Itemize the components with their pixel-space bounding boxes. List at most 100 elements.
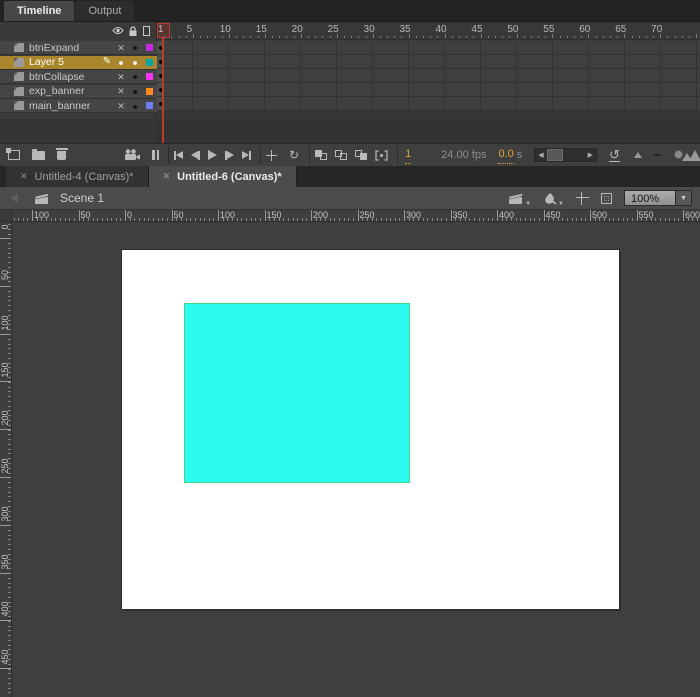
playhead-line[interactable] xyxy=(162,38,164,143)
layer-visibility-toggle[interactable]: ✕ xyxy=(114,99,128,113)
layer-visibility-toggle[interactable]: ✕ xyxy=(114,70,128,84)
layer-row[interactable]: btnExpand ✕ xyxy=(0,41,157,55)
ruler-tick xyxy=(55,218,57,221)
layer-visibility-toggle[interactable]: ✕ xyxy=(114,41,128,55)
visibility-icon[interactable] xyxy=(112,26,124,35)
layer-name[interactable]: Layer 5 xyxy=(29,56,100,68)
layer-frames-row[interactable] xyxy=(157,83,700,97)
edit-multiple-frames-button[interactable] xyxy=(355,146,368,164)
ruler-major-tick xyxy=(543,210,545,221)
layer-name[interactable]: btnCollapse xyxy=(29,71,100,83)
layer-outline-color-swatch[interactable] xyxy=(146,44,153,51)
layer-row[interactable]: exp_banner ✕ xyxy=(0,84,157,99)
delete-layer-button[interactable] xyxy=(55,146,68,164)
ruler-tick xyxy=(283,218,285,221)
lock-icon[interactable] xyxy=(128,26,138,37)
frame-rate-field[interactable]: 24.00 fps xyxy=(441,146,486,164)
stage-zoom-value[interactable]: 100% xyxy=(624,190,676,206)
edit-scene-button[interactable]: ▼ xyxy=(508,189,531,207)
scroll-right-icon[interactable]: ▶ xyxy=(585,151,596,159)
layer-lock-toggle[interactable] xyxy=(128,41,142,55)
layer-frames-row[interactable] xyxy=(157,69,700,83)
back-arrow-icon[interactable] xyxy=(10,193,18,203)
timeline-zoom-slider[interactable] xyxy=(653,149,683,161)
layer-name[interactable]: main_banner xyxy=(29,100,100,112)
onion-skin-outlines-button[interactable] xyxy=(335,146,348,164)
scrollbar-thumb[interactable] xyxy=(546,149,563,161)
doc-tab-untitled-4[interactable]: ✕ Untitled-4 (Canvas)* xyxy=(6,166,149,187)
edit-symbols-button[interactable]: ▼ xyxy=(543,189,564,207)
layer-lock-toggle[interactable] xyxy=(128,84,142,98)
stage-zoom-control[interactable]: 100% ▼ xyxy=(624,190,692,206)
modify-markers-button[interactable] xyxy=(375,146,388,164)
layer-outline-color-swatch[interactable] xyxy=(146,102,153,110)
center-frame-button[interactable] xyxy=(266,146,277,164)
elapsed-time-field[interactable]: 0.0 xyxy=(498,146,514,164)
taller-frames-button[interactable] xyxy=(682,146,700,164)
ruler-tick xyxy=(157,218,159,221)
frame-view-scrollbar[interactable]: ◀ ▶ xyxy=(534,148,598,162)
loop-button[interactable]: ↻ xyxy=(289,146,299,164)
scroll-left-icon[interactable]: ◀ xyxy=(535,151,546,159)
ruler-label: 50 xyxy=(0,269,10,280)
step-back-button[interactable] xyxy=(191,146,200,164)
playhead-marker[interactable] xyxy=(157,23,170,38)
layer-row[interactable]: btnCollapse ✕ xyxy=(0,70,157,85)
show-layer-depth-button[interactable] xyxy=(152,146,159,164)
clip-content-button[interactable] xyxy=(601,189,612,207)
ruler-tick xyxy=(380,218,382,221)
frames-grid[interactable] xyxy=(157,41,700,111)
layer-visibility-toggle[interactable] xyxy=(114,55,128,69)
ruler-tick xyxy=(243,36,245,38)
tab-output[interactable]: Output xyxy=(75,1,135,21)
layer-name[interactable]: btnExpand xyxy=(29,42,100,54)
layer-lock-toggle[interactable] xyxy=(128,55,142,69)
layer-outline-color-swatch[interactable] xyxy=(146,73,153,81)
step-forward-button[interactable] xyxy=(225,146,234,164)
layer-frames-row[interactable] xyxy=(157,97,700,111)
ruler-tick xyxy=(8,247,11,249)
ruler-tick xyxy=(627,218,629,221)
layer-row[interactable]: Layer 5 ✎ xyxy=(0,55,157,70)
go-to-first-frame-button[interactable] xyxy=(174,146,183,164)
scene-name-label[interactable]: Scene 1 xyxy=(60,191,104,205)
ruler-tick xyxy=(8,682,11,684)
doc-tab-untitled-6[interactable]: ✕ Untitled-6 (Canvas)* xyxy=(148,166,297,187)
stage[interactable] xyxy=(121,249,620,610)
ruler-tick xyxy=(194,218,196,221)
ruler-tick xyxy=(473,218,475,221)
shorter-frames-button[interactable] xyxy=(633,146,642,164)
center-stage-button[interactable] xyxy=(576,189,589,207)
layer-lock-toggle[interactable] xyxy=(128,70,142,84)
onion-skin-button[interactable] xyxy=(315,146,328,164)
layer-name[interactable]: exp_banner xyxy=(29,85,100,97)
cyan-rectangle-shape[interactable] xyxy=(184,303,410,483)
add-camera-button[interactable] xyxy=(124,146,141,164)
ruler-tick xyxy=(566,218,568,221)
current-frame-field[interactable]: 1 xyxy=(405,146,412,164)
layer-outline-color-swatch[interactable] xyxy=(146,87,153,95)
ruler-major-tick xyxy=(636,210,638,221)
tab-timeline[interactable]: Timeline xyxy=(4,1,75,21)
new-folder-button[interactable] xyxy=(32,146,45,164)
outline-color-icon[interactable] xyxy=(143,26,150,36)
layer-row[interactable]: main_banner ✕ xyxy=(0,99,157,114)
frame-ruler[interactable]: 1 5 10 15 20 25 30 35 40 45 50 55 60 65 70 xyxy=(157,24,700,40)
layer-frames-row[interactable] xyxy=(157,41,700,55)
layer-lock-toggle[interactable] xyxy=(128,99,142,113)
close-icon[interactable]: ✕ xyxy=(20,171,28,182)
ruler-label: 50 xyxy=(80,210,91,220)
layer-frames-row[interactable] xyxy=(157,55,700,69)
ruler-label: 350 xyxy=(0,554,10,570)
layer-outline-color-swatch[interactable] xyxy=(146,58,153,66)
pasteboard[interactable] xyxy=(12,222,700,697)
play-button[interactable] xyxy=(208,146,217,164)
go-to-last-frame-button[interactable] xyxy=(242,146,251,164)
ruler-tick xyxy=(264,34,266,38)
stage-zoom-dropdown[interactable]: ▼ xyxy=(676,190,692,206)
reset-timeline-zoom-button[interactable]: ↺ xyxy=(609,146,620,164)
ruler-tick xyxy=(185,36,187,38)
close-icon[interactable]: ✕ xyxy=(163,171,171,182)
layer-visibility-toggle[interactable]: ✕ xyxy=(114,84,128,98)
new-layer-button[interactable] xyxy=(6,146,20,164)
